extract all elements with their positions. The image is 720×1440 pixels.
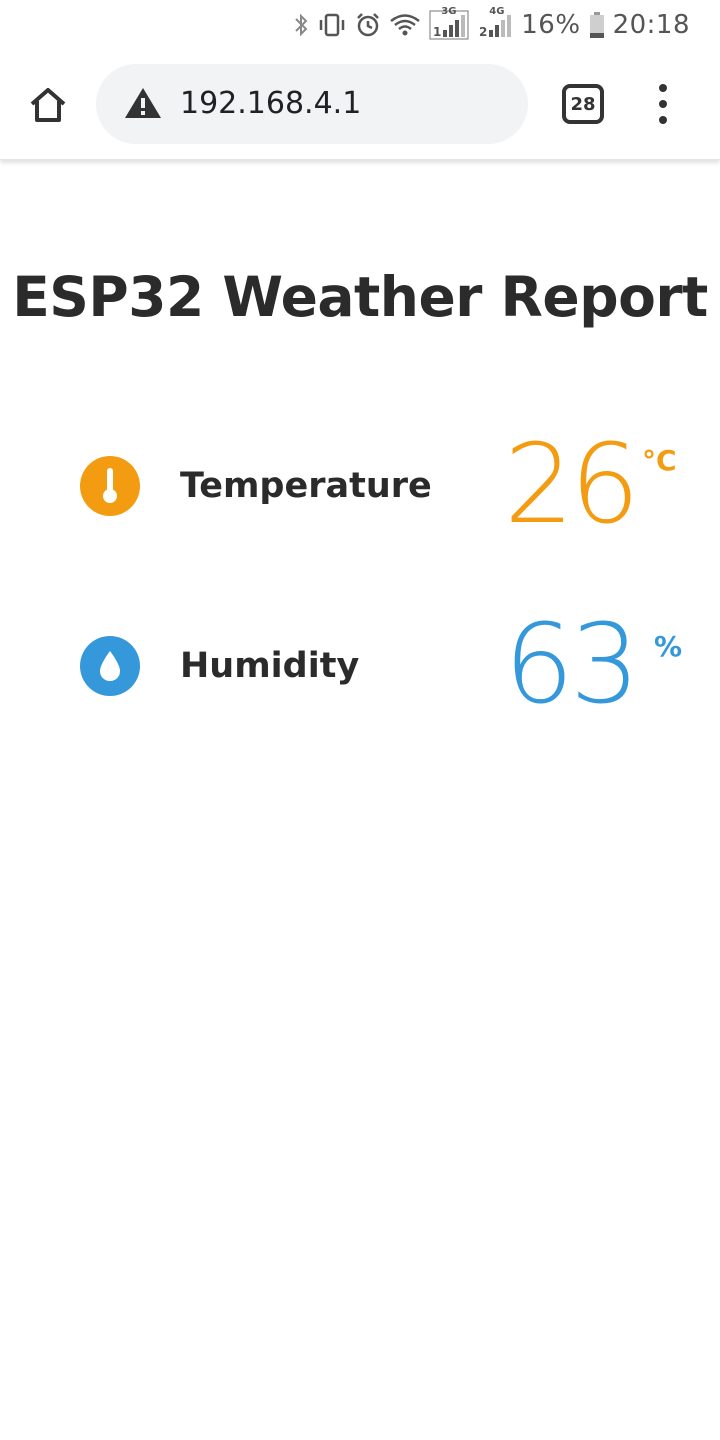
svg-text:2: 2 bbox=[479, 25, 487, 39]
thermometer-icon bbox=[80, 456, 140, 516]
bluetooth-icon bbox=[293, 12, 309, 38]
svg-text:1: 1 bbox=[433, 25, 441, 39]
vibrate-icon bbox=[317, 12, 347, 38]
signal-3g-icon: 3G 1 bbox=[429, 6, 469, 40]
humidity-unit: % bbox=[654, 630, 683, 663]
address-bar[interactable]: 192.168.4.1 bbox=[96, 64, 528, 144]
url-text[interactable]: 192.168.4.1 bbox=[180, 84, 361, 124]
network-type-1: 3G bbox=[441, 6, 457, 17]
humidity-value: 63 bbox=[504, 600, 640, 728]
humidity-label: Humidity bbox=[180, 646, 360, 686]
temperature-value: 26 bbox=[504, 420, 640, 548]
home-button[interactable] bbox=[22, 80, 74, 130]
wifi-icon bbox=[389, 12, 421, 38]
more-vert-icon[interactable] bbox=[650, 84, 676, 124]
water-drop-icon bbox=[80, 636, 140, 696]
home-icon bbox=[30, 88, 66, 122]
page-title: ESP32 Weather Report bbox=[12, 265, 708, 329]
tab-switcher-button[interactable]: 28 bbox=[562, 84, 604, 124]
battery-percent: 16% bbox=[521, 10, 581, 40]
temperature-label: Temperature bbox=[180, 466, 432, 506]
browser-toolbar: 192.168.4.1 28 bbox=[0, 50, 720, 160]
temperature-row: Temperature 26 °C bbox=[0, 420, 720, 548]
signal-4g-icon: 4G 2 bbox=[477, 6, 513, 40]
network-type-2: 4G bbox=[489, 6, 505, 17]
temperature-unit: °C bbox=[642, 444, 677, 477]
clock: 20:18 bbox=[612, 10, 690, 40]
battery-icon bbox=[589, 11, 605, 39]
warning-icon[interactable] bbox=[124, 86, 162, 120]
alarm-icon bbox=[355, 12, 381, 38]
humidity-row: Humidity 63 % bbox=[0, 600, 720, 728]
status-bar: 3G 1 4G 2 16% 20:18 bbox=[0, 0, 720, 50]
